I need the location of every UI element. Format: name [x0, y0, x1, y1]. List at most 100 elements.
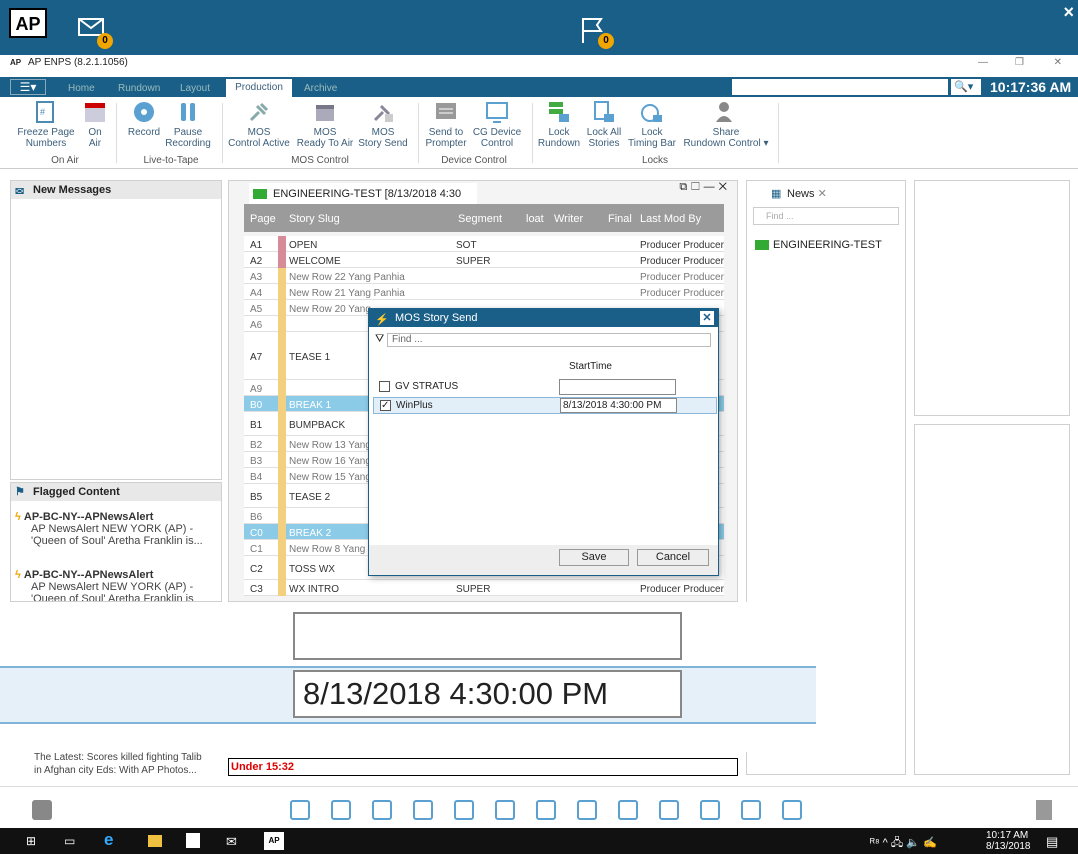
mos-control-active-button[interactable]: MOS Control Active — [228, 100, 290, 149]
device-row-gv-stratus[interactable]: GV STRATUS — [373, 379, 717, 396]
explorer-icon[interactable] — [148, 835, 162, 847]
dialog-find-input[interactable]: Find ... — [387, 333, 711, 347]
store-icon[interactable] — [186, 833, 200, 848]
news-tab-close-icon[interactable]: ✕ — [818, 188, 827, 200]
freeze-page-numbers-button[interactable]: # Freeze Page Numbers — [16, 100, 76, 149]
window-close-icon[interactable]: ✕ — [1054, 55, 1062, 71]
pause-recording-button[interactable]: Pause Recording — [164, 100, 212, 149]
lock-timing-bar-button[interactable]: Lock Timing Bar — [626, 100, 678, 149]
row-color-bar — [278, 396, 286, 412]
tray-icons[interactable]: ᴿ⁸ ^ 🖧 🔈 ✍ — [870, 834, 937, 853]
notifications-icon[interactable]: ▤ — [1046, 834, 1058, 850]
tab-production[interactable]: Production — [226, 79, 292, 97]
save-button[interactable]: Save — [559, 549, 629, 566]
col-page[interactable]: Page — [250, 213, 276, 225]
table-row[interactable]: A3 New Row 22 Yang Panhia Producer Produce… — [244, 268, 724, 284]
search-icon[interactable]: 🔍▾ — [951, 79, 981, 95]
device-checkbox[interactable] — [379, 381, 390, 392]
tool-mail-icon[interactable] — [577, 800, 597, 820]
cell-page: B6 — [250, 512, 263, 523]
mos-ready-to-air-button[interactable]: MOS Ready To Air — [296, 100, 354, 149]
cell-page: A7 — [250, 352, 263, 363]
user-share-icon — [716, 102, 732, 122]
col-final[interactable]: Final — [608, 213, 632, 225]
table-row[interactable]: A4 New Row 21 Yang Panhia Producer Produce… — [244, 284, 724, 300]
flag-count-badge: 0 — [598, 33, 614, 49]
tray-clock[interactable]: 10:17 AM 8/13/2018 — [986, 830, 1031, 852]
pane-window-controls[interactable]: ⧉☐—✕ — [679, 181, 731, 194]
start-time-input[interactable] — [559, 379, 676, 395]
record-button[interactable]: Record — [126, 100, 162, 138]
row-color-bar — [278, 332, 286, 380]
col-float[interactable]: loat — [526, 213, 544, 225]
tab-layout[interactable]: Layout — [180, 80, 210, 97]
restore-icon[interactable]: ❐ — [1015, 55, 1024, 71]
col-writer[interactable]: Writer — [554, 213, 583, 225]
news-find-input[interactable]: Find ... — [753, 207, 899, 225]
tool-gear-icon[interactable] — [290, 800, 310, 820]
printer-icon[interactable] — [32, 800, 52, 820]
tab-rundown[interactable]: Rundown — [118, 80, 160, 97]
cell-story-slug: TEASE 2 — [289, 492, 331, 503]
flagged-item[interactable]: ϟ AP-BC-NY--APNewsAlert AP NewsAlert NEW… — [15, 511, 205, 547]
trash-icon[interactable] — [1036, 800, 1052, 820]
table-row[interactable]: C3 WX INTRO SUPER Producer Producer — [244, 580, 724, 596]
col-last-mod-by[interactable]: Last Mod By — [640, 213, 701, 225]
news-rundown-item[interactable]: ENGINEERING-TEST [8/13 — [755, 237, 905, 253]
stopwatch-lock-icon — [641, 104, 662, 122]
table-row[interactable]: A1 OPEN SOT Producer Producer — [244, 236, 724, 252]
tool-window-icon[interactable] — [782, 800, 802, 820]
row-color-bar — [278, 412, 286, 436]
lock-all-stories-button[interactable]: Lock All Stories — [584, 100, 624, 149]
mail-taskbar-icon[interactable]: ✉ — [226, 834, 237, 850]
tool-plug-icon[interactable] — [741, 800, 761, 820]
share-rundown-control-button[interactable]: Share Rundown Control ▾ — [682, 100, 770, 149]
enps-taskbar-icon[interactable]: AP — [264, 832, 284, 850]
tool-network-icon[interactable] — [536, 800, 556, 820]
minimize-icon[interactable]: — — [978, 55, 988, 71]
tool-chat-icon[interactable] — [618, 800, 638, 820]
tab-engineering-test[interactable]: ENGINEERING-TEST [8/13/2018 4:30 PM]✕ — [249, 183, 493, 222]
table-row[interactable]: A2 WELCOME SUPER Producer Producer — [244, 252, 724, 268]
cell-story-slug: BUMPBACK — [289, 420, 346, 431]
pause-icon — [181, 103, 195, 121]
tool-user-icon[interactable] — [413, 800, 433, 820]
col-story-slug[interactable]: Story Slug — [289, 213, 340, 225]
send-to-prompter-button[interactable]: Send to Prompter — [424, 100, 468, 149]
windows-start-icon[interactable]: ⊞ — [26, 834, 36, 848]
tool-home-icon[interactable] — [495, 800, 515, 820]
tool-monitor-icon[interactable] — [331, 800, 351, 820]
mos-story-send-button[interactable]: MOS Story Send — [358, 100, 408, 149]
start-time-input[interactable]: 8/13/2018 4:30:00 PM — [560, 398, 677, 413]
tool-calendar-icon[interactable] — [700, 800, 720, 820]
device-checkbox-checked[interactable]: ✓ — [380, 400, 391, 411]
windows-taskbar: ⊞ ▭ e ✉ AP ᴿ⁸ ^ 🖧 🔈 ✍ 10:17 AM 8/13/2018 … — [0, 828, 1078, 854]
row-color-bar — [278, 236, 286, 252]
search-box[interactable] — [732, 79, 948, 95]
clapper-plug-icon — [316, 105, 334, 121]
cg-device-control-button[interactable]: CG Device Control — [472, 100, 522, 149]
edge-icon[interactable]: e — [104, 830, 113, 850]
main-menu-button[interactable]: ☰▾ — [10, 79, 46, 95]
flag-small-icon: ⚑ — [15, 486, 25, 498]
cancel-button[interactable]: Cancel — [637, 549, 709, 566]
menu-bar: ☰▾ 🔍▾ 10:17:36 AM — [0, 77, 1078, 97]
tab-archive[interactable]: Archive — [304, 80, 337, 97]
cell-page: A6 — [250, 320, 263, 331]
task-view-icon[interactable]: ▭ — [64, 834, 75, 848]
tab-home[interactable]: Home — [68, 80, 95, 97]
flagged-item[interactable]: ϟ AP-BC-NY--APNewsAlert AP NewsAlert NEW… — [15, 569, 205, 601]
group-mos-control: MOS Control — [291, 155, 349, 166]
close-icon[interactable]: × — [1063, 2, 1074, 23]
device-row-winplus[interactable]: ✓ WinPlus 8/13/2018 4:30:00 PM — [373, 397, 717, 414]
tool-monitor2-icon[interactable] — [372, 800, 392, 820]
lock-rundown-button[interactable]: Lock Rundown — [536, 100, 582, 149]
col-segment[interactable]: Segment — [458, 213, 502, 225]
latest-news-item[interactable]: The Latest: Scores killed fighting Talib… — [34, 751, 220, 777]
tool-chat2-icon[interactable] — [659, 800, 679, 820]
dialog-close-icon[interactable]: ✕ — [700, 311, 714, 325]
cell-page: A4 — [250, 288, 263, 299]
on-air-button[interactable]: On Air — [82, 100, 108, 149]
tab-news[interactable]: ▦ News ✕ — [767, 185, 849, 203]
tool-screen-icon[interactable] — [454, 800, 474, 820]
